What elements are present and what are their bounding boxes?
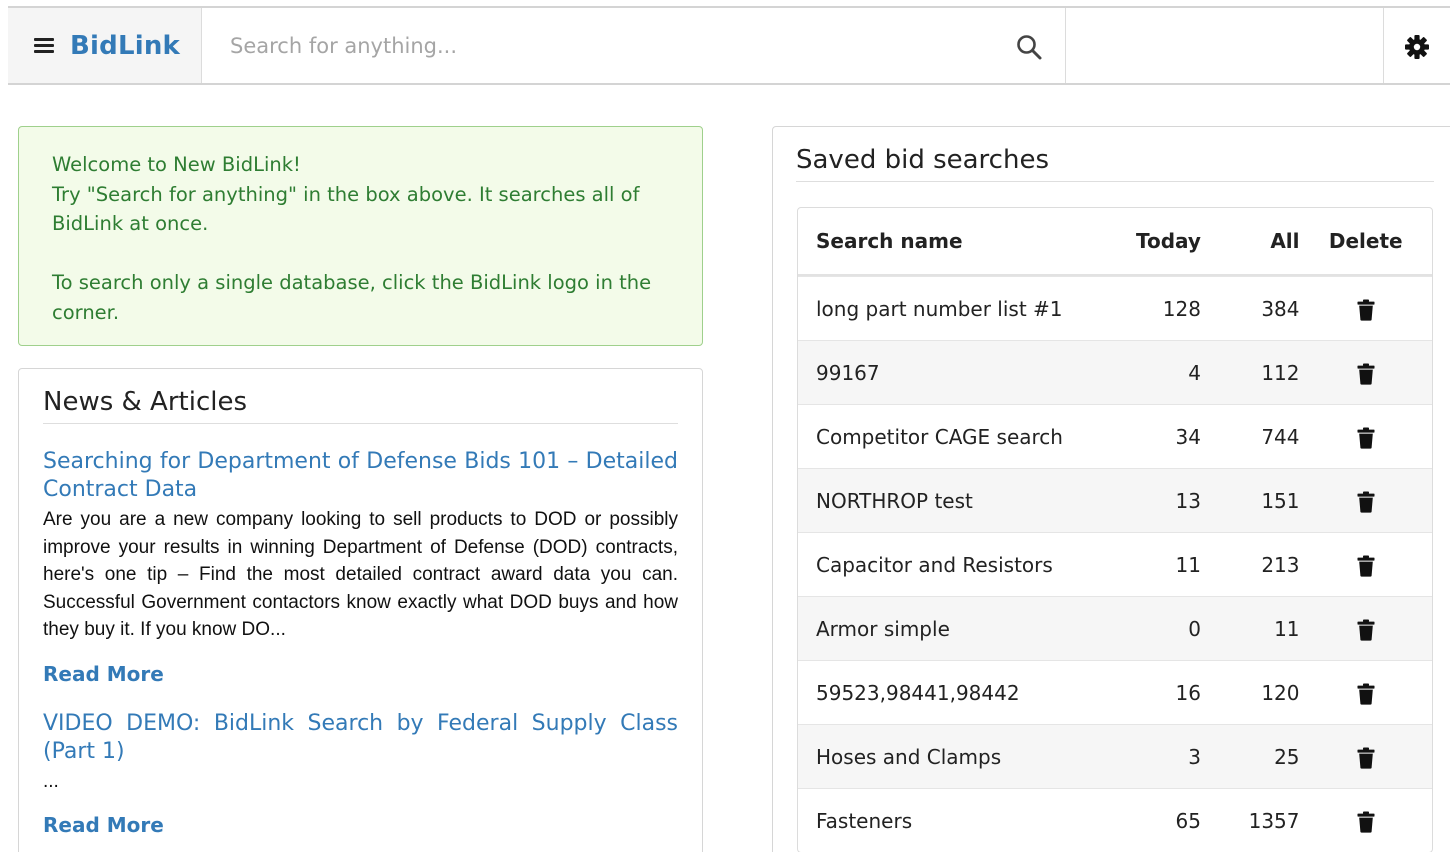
delete-cell <box>1299 340 1432 404</box>
all-count-cell: 25 <box>1200 724 1300 788</box>
col-header-search-name[interactable]: Search name <box>798 208 1116 276</box>
search-name-cell[interactable]: Fasteners <box>798 788 1116 852</box>
table-row[interactable]: Fasteners 65 1357 <box>798 788 1432 852</box>
trash-icon <box>1357 747 1375 769</box>
delete-cell <box>1299 276 1432 340</box>
table-row[interactable]: 99167 4 112 <box>798 340 1432 404</box>
all-count-cell: 151 <box>1200 468 1300 532</box>
trash-icon <box>1357 491 1375 513</box>
gear-icon <box>1405 35 1429 59</box>
table-row[interactable]: Hoses and Clamps 3 25 <box>798 724 1432 788</box>
col-header-today[interactable]: Today <box>1115 208 1201 276</box>
trash-icon <box>1357 555 1375 577</box>
settings-button[interactable] <box>1404 34 1430 60</box>
today-count-cell: 13 <box>1115 468 1201 532</box>
col-header-delete: Delete <box>1299 208 1432 276</box>
all-count-cell: 112 <box>1200 340 1300 404</box>
delete-cell <box>1299 660 1432 724</box>
delete-cell <box>1299 596 1432 660</box>
all-count-cell: 213 <box>1200 532 1300 596</box>
today-count-cell: 34 <box>1115 404 1201 468</box>
search-name-cell[interactable]: NORTHROP test <box>798 468 1116 532</box>
article-summary: ... <box>43 770 59 792</box>
article-summary: Are you are a new company looking to sel… <box>43 509 678 640</box>
article-item: VIDEO DEMO: BidLink Search by Federal Su… <box>43 710 678 838</box>
table-row[interactable]: Armor simple 0 11 <box>798 596 1432 660</box>
article-item: Searching for Department of Defense Bids… <box>43 448 678 686</box>
delete-cell <box>1299 404 1432 468</box>
trash-icon <box>1357 619 1375 641</box>
search-name-cell[interactable]: Armor simple <box>798 596 1116 660</box>
delete-search-button[interactable] <box>1356 427 1376 449</box>
all-count-cell: 1357 <box>1200 788 1300 852</box>
delete-cell <box>1299 532 1432 596</box>
delete-search-button[interactable] <box>1356 811 1376 833</box>
delete-cell <box>1299 724 1432 788</box>
search-name-cell[interactable]: Hoses and Clamps <box>798 724 1116 788</box>
saved-searches-panel: Saved bid searches Search name Today All… <box>772 126 1450 852</box>
table-header-row: Search name Today All Delete <box>798 208 1432 276</box>
delete-search-button[interactable] <box>1356 683 1376 705</box>
nav-spacer <box>1066 8 1384 83</box>
delete-cell <box>1299 468 1432 532</box>
trash-icon <box>1357 363 1375 385</box>
today-count-cell: 16 <box>1115 660 1201 724</box>
read-more-link[interactable]: Read More <box>43 813 164 837</box>
welcome-heading: Welcome to New BidLink! <box>52 153 301 176</box>
table-row[interactable]: Competitor CAGE search 34 744 <box>798 404 1432 468</box>
all-count-cell: 744 <box>1200 404 1300 468</box>
welcome-alert: Welcome to New BidLink! Try "Search for … <box>18 126 703 346</box>
brand-logo-text: BidLink <box>70 30 181 61</box>
delete-search-button[interactable] <box>1356 363 1376 385</box>
today-count-cell: 0 <box>1115 596 1201 660</box>
search-name-cell[interactable]: Capacitor and Resistors <box>798 532 1116 596</box>
col-header-all[interactable]: All <box>1200 208 1300 276</box>
search-name-cell[interactable]: Competitor CAGE search <box>798 404 1116 468</box>
search-icon <box>1017 35 1042 60</box>
trash-icon <box>1357 427 1375 449</box>
today-count-cell: 11 <box>1115 532 1201 596</box>
today-count-cell: 65 <box>1115 788 1201 852</box>
table-row[interactable]: long part number list #1 128 384 <box>798 276 1432 340</box>
article-title-link[interactable]: Searching for Department of Defense Bids… <box>43 448 678 504</box>
all-count-cell: 11 <box>1200 596 1300 660</box>
news-panel-title: News & Articles <box>43 387 678 424</box>
table-row[interactable]: NORTHROP test 13 151 <box>798 468 1432 532</box>
trash-icon <box>1357 299 1375 321</box>
welcome-search-tip: Try "Search for anything" in the box abo… <box>52 182 640 236</box>
saved-searches-title: Saved bid searches <box>796 145 1434 182</box>
search-name-cell[interactable]: 99167 <box>798 340 1116 404</box>
search-input[interactable] <box>202 8 1002 83</box>
trash-icon <box>1357 683 1375 705</box>
read-more-link[interactable]: Read More <box>43 662 164 686</box>
trash-icon <box>1357 811 1375 833</box>
delete-cell <box>1299 788 1432 852</box>
welcome-logo-tip: To search only a single database, click … <box>52 271 652 324</box>
search-button[interactable] <box>1015 33 1043 61</box>
article-title-link[interactable]: VIDEO DEMO: BidLink Search by Federal Su… <box>43 710 678 766</box>
table-row[interactable]: 59523,98441,98442 16 120 <box>798 660 1432 724</box>
table-row[interactable]: Capacitor and Resistors 11 213 <box>798 532 1432 596</box>
global-search <box>202 8 1066 83</box>
today-count-cell: 3 <box>1115 724 1201 788</box>
today-count-cell: 128 <box>1115 276 1201 340</box>
hamburger-icon <box>34 38 54 53</box>
search-name-cell[interactable]: long part number list #1 <box>798 276 1116 340</box>
news-panel: News & Articles Searching for Department… <box>18 368 703 852</box>
top-navbar: BidLink <box>8 6 1450 85</box>
all-count-cell: 384 <box>1200 276 1300 340</box>
search-name-cell[interactable]: 59523,98441,98442 <box>798 660 1116 724</box>
delete-search-button[interactable] <box>1356 299 1376 321</box>
delete-search-button[interactable] <box>1356 747 1376 769</box>
delete-search-button[interactable] <box>1356 555 1376 577</box>
saved-searches-table: Search name Today All Delete long part n… <box>797 207 1433 852</box>
delete-search-button[interactable] <box>1356 491 1376 513</box>
all-count-cell: 120 <box>1200 660 1300 724</box>
delete-search-button[interactable] <box>1356 619 1376 641</box>
brand-menu-button[interactable]: BidLink <box>8 8 202 83</box>
today-count-cell: 4 <box>1115 340 1201 404</box>
